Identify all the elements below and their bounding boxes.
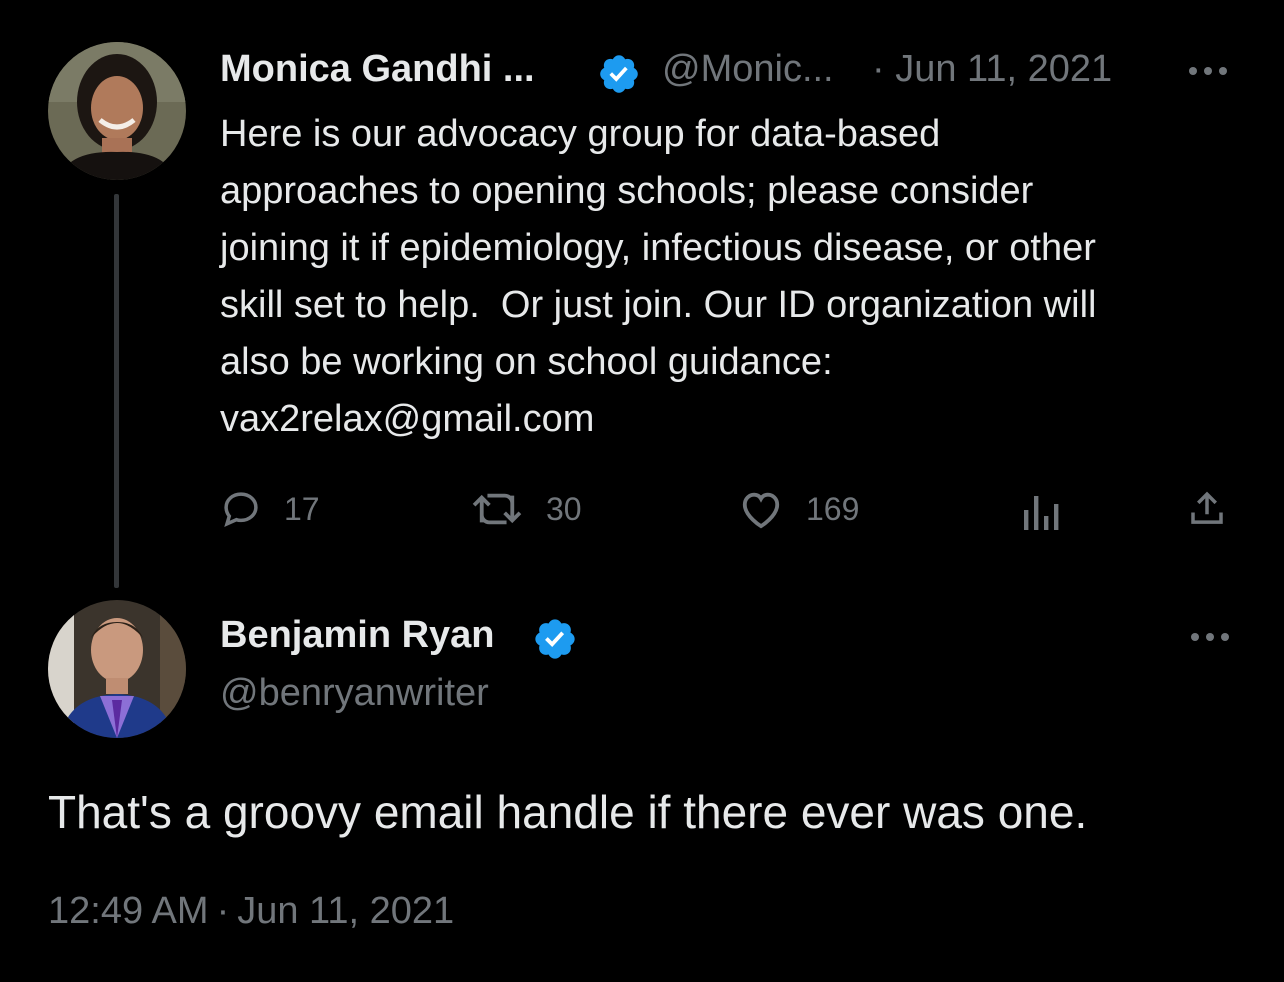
reply-tweet-text: That's a groovy email handle if there ev… bbox=[48, 786, 1088, 838]
like-icon bbox=[742, 492, 780, 529]
reply-count: 17 bbox=[284, 490, 320, 527]
avatar-image bbox=[48, 600, 186, 738]
reply-button[interactable]: 17 bbox=[220, 488, 320, 530]
retweet-icon bbox=[472, 493, 522, 525]
more-icon[interactable] bbox=[1190, 632, 1230, 642]
author-handle[interactable]: @Monic... bbox=[662, 48, 834, 91]
tweet-date[interactable]: · Jun 11, 2021 bbox=[872, 48, 1112, 91]
views-icon bbox=[1024, 496, 1059, 530]
retweet-count: 30 bbox=[546, 490, 582, 527]
tweet-text: Here is our advocacy group for data-base… bbox=[220, 113, 1097, 440]
like-button[interactable]: 169 bbox=[738, 488, 859, 530]
views-button[interactable] bbox=[1020, 492, 1060, 530]
reply-author-handle[interactable]: @benryanwriter bbox=[220, 672, 489, 715]
like-count: 169 bbox=[806, 490, 860, 527]
more-icon[interactable] bbox=[1188, 66, 1228, 76]
author-name[interactable]: Monica Gandhi ... bbox=[220, 48, 535, 91]
retweet-button[interactable]: 30 bbox=[470, 488, 582, 530]
reply-date: Jun 11, 2021 bbox=[237, 890, 455, 932]
reply-icon bbox=[224, 492, 258, 528]
timestamp-separator: · bbox=[216, 890, 230, 932]
reply-author-avatar[interactable] bbox=[48, 600, 186, 738]
verified-badge-icon[interactable] bbox=[532, 616, 578, 662]
reply-time: 12:49 AM bbox=[48, 890, 209, 932]
share-icon bbox=[1191, 491, 1223, 524]
share-button[interactable] bbox=[1186, 488, 1228, 530]
reply-timestamp[interactable]: 12:49 AM · Jun 11, 2021 bbox=[48, 890, 454, 933]
avatar-image bbox=[48, 42, 186, 180]
thread-connector-line bbox=[114, 194, 119, 588]
author-avatar[interactable] bbox=[48, 42, 186, 180]
reply-author-name[interactable]: Benjamin Ryan bbox=[220, 614, 495, 657]
verified-badge-icon[interactable] bbox=[597, 52, 641, 96]
